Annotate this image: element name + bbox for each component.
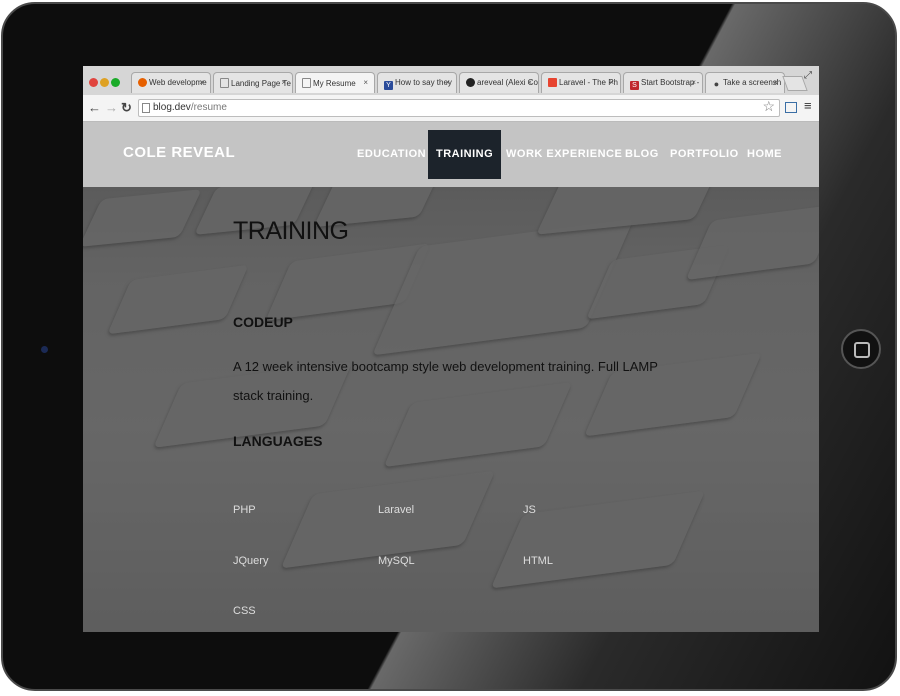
tab-close-icon[interactable]: × [527,78,532,87]
tab-my-resume[interactable]: My Resume × [295,72,375,93]
laravel-icon [548,78,557,87]
zoom-window-icon[interactable] [111,78,120,87]
language-item: PHP [233,504,256,516]
nav-portfolio[interactable]: PORTFOLIO [662,122,747,187]
nav-education[interactable]: EDUCATION [349,122,434,187]
back-arrow-icon[interactable]: ← [88,100,101,115]
site-navbar: COLE REVEAL EDUCATION TRAINING WORK EXPE… [83,122,819,187]
menu-icon[interactable]: ≡ [804,98,812,113]
tab-how-to-say[interactable]: Y How to say they × [377,72,457,93]
forward-arrow-icon[interactable]: → [105,100,118,115]
s-icon: S [630,81,639,90]
nav-training[interactable]: TRAINING [428,130,502,179]
apple-icon: ● [713,79,720,89]
address-bar[interactable]: blog.dev/resume ☆ [138,98,780,117]
browser-window: Web developme × Landing Page Te × My Resum… [83,66,819,632]
tab-close-icon[interactable]: × [445,78,450,87]
home-button[interactable] [841,329,881,369]
tab-web-development[interactable]: Web developme × [131,72,211,93]
url-path: /resume [190,102,227,113]
tab-close-icon[interactable]: × [691,78,696,87]
web-page: COLE REVEAL EDUCATION TRAINING WORK EXPE… [83,122,819,632]
github-icon [466,78,475,87]
fullscreen-icon[interactable]: ⤢ [804,70,812,81]
tab-start-bootstrap[interactable]: S Start Bootstrap - × [623,72,703,93]
window-controls [89,74,122,92]
program-title: CODEUP [233,314,293,330]
close-window-icon[interactable] [89,78,98,87]
reload-icon[interactable]: ↻ [121,100,132,116]
nav-blog[interactable]: BLOG [617,122,667,187]
language-item: CSS [233,605,256,617]
extension-icon[interactable] [785,102,797,113]
tab-close-icon[interactable]: × [281,78,286,87]
toolbar: ← → ↻ blog.dev/resume ☆ ≡ [83,95,819,122]
tab-bar: Web developme × Landing Page Te × My Resum… [83,66,819,95]
tab-landing-page[interactable]: Landing Page Te × [213,72,293,93]
tab-github-areveal[interactable]: areveal (Alexi Co × [459,72,539,93]
minimize-window-icon[interactable] [100,78,109,87]
tab-close-icon[interactable]: × [609,78,614,87]
firefox-icon [138,78,147,87]
language-item: JQuery [233,555,269,567]
section-heading: TRAINING [233,217,349,245]
site-brand[interactable]: COLE REVEAL [123,144,235,161]
language-item: JS [523,504,536,516]
program-description: A 12 week intensive bootcamp style web d… [233,359,658,403]
camera-dot [41,346,48,353]
bookmark-star-icon[interactable]: ☆ [762,98,775,115]
url-host: blog.dev [153,102,191,113]
tab-close-icon[interactable]: × [773,78,778,87]
page-icon [302,78,311,88]
tab-close-icon[interactable]: × [199,78,204,87]
page-icon [142,103,150,113]
language-item: MySQL [378,555,415,567]
tab-take-screenshot[interactable]: ● Take a screensh × [705,72,785,93]
y-icon: Y [384,81,393,90]
page-icon [220,78,229,88]
languages-heading: LANGUAGES [233,433,323,449]
language-item: HTML [523,555,553,567]
language-item: Laravel [378,504,415,516]
home-square-icon [854,342,870,358]
tab-laravel[interactable]: Laravel - The Ph × [541,72,621,93]
nav-work-experience[interactable]: WORK EXPERIENCE [498,122,630,187]
nav-home[interactable]: HOME [739,122,790,187]
tab-close-icon[interactable]: × [363,78,368,87]
